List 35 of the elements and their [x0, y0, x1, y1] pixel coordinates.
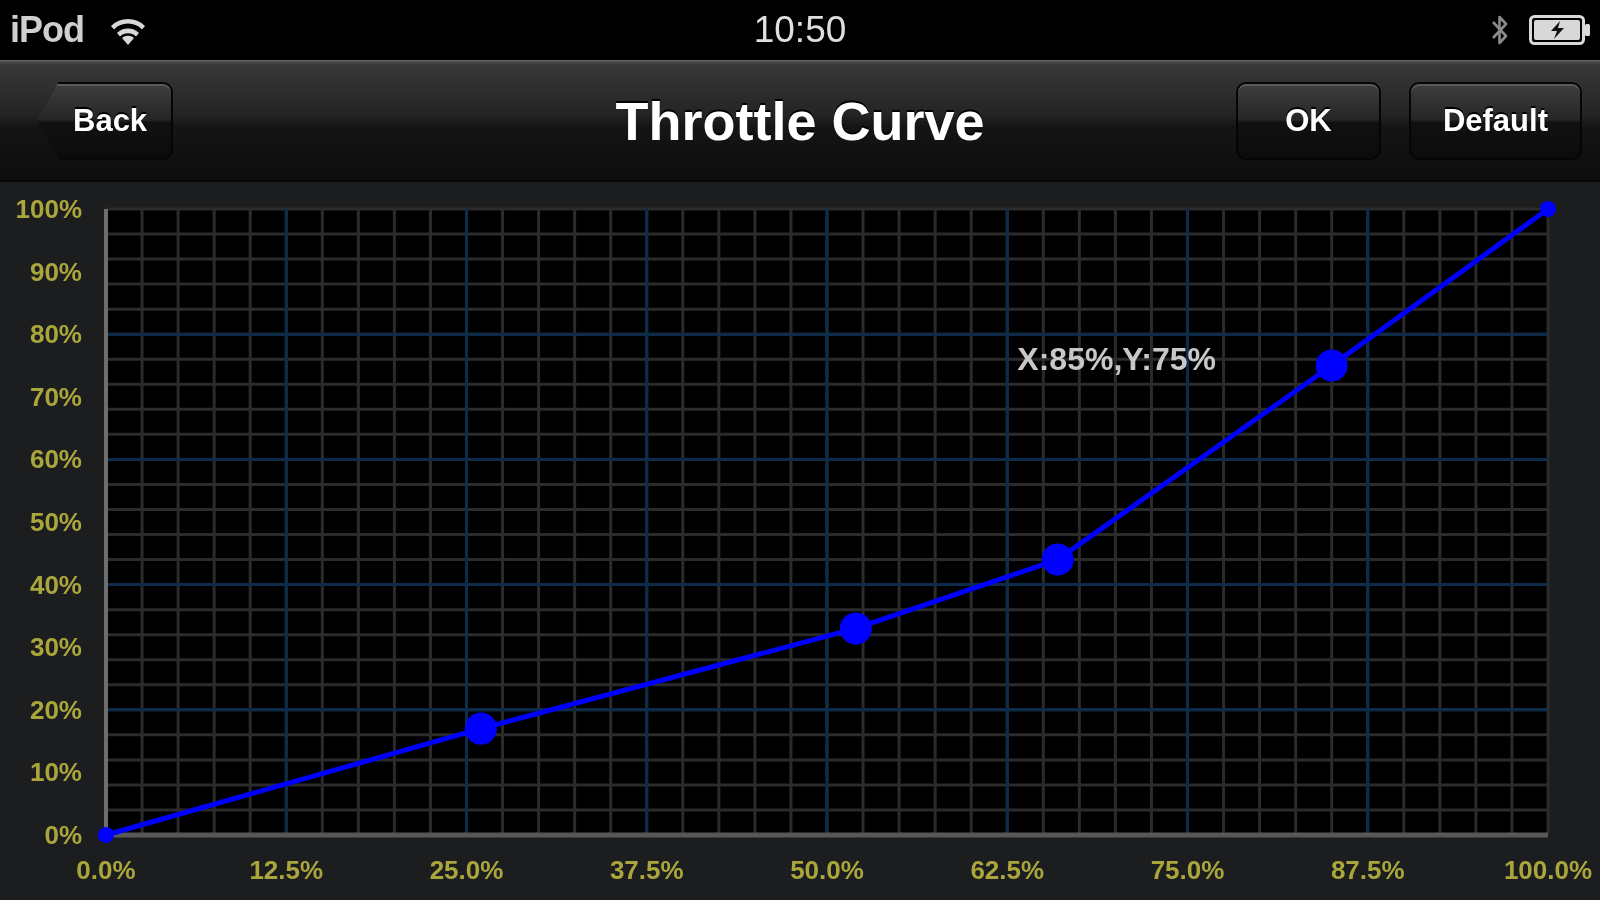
- x-tick-label: 25.0%: [429, 855, 504, 885]
- y-tick-label: 90%: [29, 256, 82, 287]
- back-button[interactable]: Back: [37, 81, 174, 160]
- nav-button[interactable]: OK: [1235, 81, 1381, 160]
- curve-point[interactable]: [839, 612, 872, 645]
- y-tick-label: 20%: [29, 694, 82, 725]
- x-tick-label: 87.5%: [1330, 855, 1405, 885]
- y-tick-label: 30%: [29, 632, 82, 663]
- y-tick-label: 10%: [29, 757, 82, 788]
- x-tick-label: 50.0%: [790, 855, 864, 885]
- curve-point[interactable]: [98, 827, 114, 843]
- y-tick-label: 70%: [29, 381, 82, 412]
- curve-point[interactable]: [1041, 543, 1074, 576]
- y-tick-label: 80%: [29, 319, 82, 350]
- x-tick-label: 62.5%: [970, 855, 1045, 885]
- carrier-label: iPod: [10, 9, 84, 51]
- curve-point[interactable]: [464, 712, 497, 745]
- y-tick-label: 0%: [44, 820, 82, 850]
- x-tick-label: 37.5%: [609, 855, 684, 885]
- y-tick-label: 40%: [29, 569, 82, 600]
- bluetooth-icon: [1491, 13, 1509, 47]
- x-tick-label: 100.0%: [1503, 855, 1593, 885]
- curve-point[interactable]: [1540, 201, 1556, 217]
- battery-icon: [1529, 15, 1591, 45]
- y-tick-label: 100%: [15, 194, 82, 224]
- x-tick-label: 0.0%: [76, 855, 136, 885]
- point-coordinates-label: X:85%,Y:75%: [1017, 341, 1216, 378]
- clock-time: 10:50: [753, 9, 847, 51]
- x-tick-label: 75.0%: [1150, 855, 1225, 885]
- screen-title: Throttle Curve: [615, 89, 985, 152]
- nav-button[interactable]: Default: [1408, 81, 1582, 160]
- y-tick-label: 60%: [29, 444, 82, 475]
- y-tick-label: 50%: [29, 507, 82, 537]
- curve-point[interactable]: [1315, 349, 1348, 382]
- x-tick-label: 12.5%: [249, 855, 324, 885]
